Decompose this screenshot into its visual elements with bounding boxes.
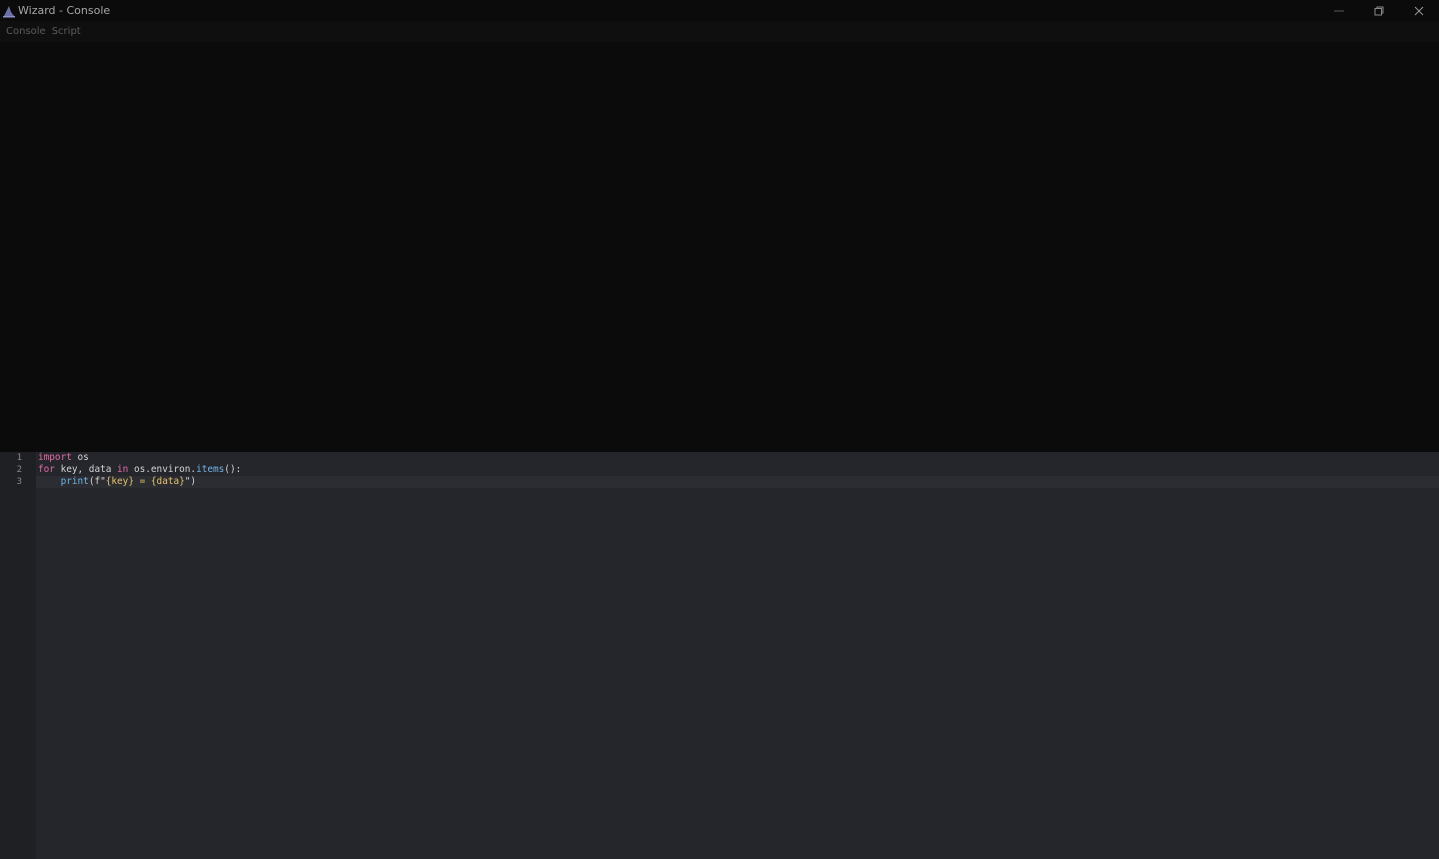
minimize-button[interactable] [1319,0,1359,21]
close-button[interactable] [1399,0,1439,21]
line-number: 3 [16,477,22,487]
code-token: key, data [54,464,118,475]
restore-button[interactable] [1359,0,1399,21]
code-token: in [117,464,129,475]
script-editor[interactable]: 1 2 3 import os for key, data in os.envir… [0,452,1439,859]
code-token: (f" [88,476,106,487]
code-token: (): [224,464,242,475]
menu-console[interactable]: Console [0,26,50,37]
line-number-gutter: 1 2 3 [0,452,36,859]
minimize-icon [1334,10,1344,11]
window-controls [1319,0,1439,21]
code-token: {key} = {data} [105,476,185,487]
code-line[interactable]: print(f"{key} = {data}") [36,476,1439,488]
code-token: items [196,464,225,475]
wizard-hat-icon [1,3,17,19]
code-token: for [38,464,55,475]
title-bar[interactable]: Wizard - Console [0,0,1439,21]
line-number: 2 [16,465,22,475]
close-icon [1414,6,1424,15]
line-number: 1 [16,453,22,463]
code-token: print [60,476,89,487]
window-title: Wizard - Console [18,4,111,17]
code-area[interactable]: import os for key, data in os.environ.ite… [36,452,1439,859]
console-output-area[interactable] [0,42,1439,452]
code-line[interactable]: import os [36,452,1439,464]
code-token: import [38,452,72,463]
code-token: ") [184,476,197,487]
menu-script[interactable]: Script [50,26,85,37]
code-token: os [71,452,89,463]
restore-icon [1374,6,1384,15]
app-window: Wizard - Console Console Script 1 2 3 im… [0,0,1439,859]
menu-bar: Console Script [0,21,1439,42]
code-token: os.environ. [128,464,197,475]
code-line[interactable]: for key, data in os.environ.items(): [36,464,1439,476]
